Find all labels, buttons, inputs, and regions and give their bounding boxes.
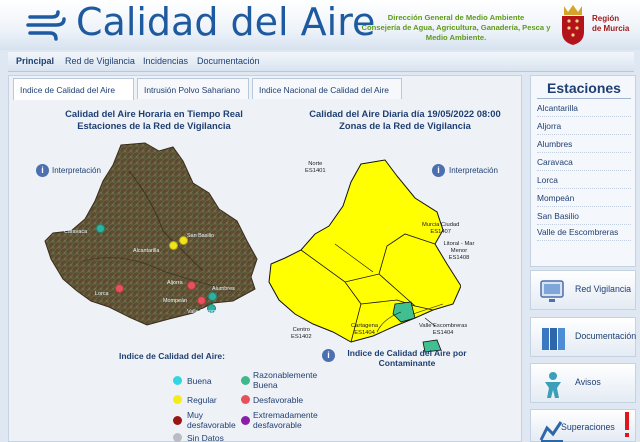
nav-red-vigilancia[interactable]: Red de Vigilancia: [65, 56, 135, 66]
documentacion-button[interactable]: Documentación: [530, 317, 636, 357]
station-dot-aljorra[interactable]: [187, 281, 196, 290]
legend-swatch-regular: [173, 395, 182, 404]
zone-label-murcia-ciudad[interactable]: Murcia Ciudad ES1407: [422, 222, 459, 236]
sidebar-title: Estaciones: [547, 80, 621, 96]
nav-documentacion[interactable]: Documentación: [197, 56, 260, 66]
zone-name: Valle Escombreras: [419, 323, 468, 329]
legend-swatch-desfavorable: [241, 395, 250, 404]
red-vigilancia-label: Red Vigilancia: [575, 284, 632, 294]
legend-label-regular: Regular: [187, 395, 217, 405]
zone-code: ES1404: [354, 330, 375, 336]
zone-label-centro[interactable]: Centro ES1402: [291, 327, 312, 341]
main-content: Indice de Calidad del Aire Intrusión Pol…: [8, 75, 522, 442]
red-vigilancia-button[interactable]: Red Vigilancia: [530, 270, 636, 310]
tab-indice-calidad[interactable]: Indice de Calidad del Aire: [13, 78, 134, 100]
sidebar-item-aljorra[interactable]: Aljorra: [537, 121, 631, 135]
info-icon[interactable]: i: [322, 349, 335, 362]
superaciones-button[interactable]: Superaciones: [530, 409, 636, 442]
station-dot-lorca[interactable]: [115, 284, 124, 293]
avisos-button[interactable]: Avisos: [530, 363, 636, 403]
station-label-alumbres[interactable]: Alumbres: [212, 286, 235, 292]
legend-label-sin-datos: Sin Datos: [187, 433, 224, 442]
sidebar-item-lorca[interactable]: Lorca: [537, 175, 631, 189]
tab-polvo-sahariano[interactable]: Intrusión Polvo Sahariano: [137, 78, 249, 99]
zone-code: ES1401: [305, 168, 326, 174]
station-label-valle-escombreras[interactable]: Valle Escombreras: [187, 309, 232, 315]
station-label-lorca[interactable]: Lorca: [95, 291, 109, 297]
zone-name: Cartagena: [351, 323, 379, 329]
site-title: Calidad del Aire: [76, 0, 376, 44]
sidebar-item-mompean[interactable]: Mompeán: [537, 193, 631, 207]
zone-name: Litoral - Mar Menor: [443, 241, 475, 254]
zone-label-norte[interactable]: Norte ES1401: [305, 161, 326, 175]
legend-label-razonable: Razonablemente Buena: [253, 370, 318, 390]
station-label-san-basilio[interactable]: San Basilio: [187, 233, 214, 239]
legend-swatch-razonable: [241, 376, 250, 385]
station-label-aljorra[interactable]: Aljorra: [167, 280, 183, 286]
zone-name: Murcia Ciudad: [422, 222, 460, 228]
tab-indice-nacional[interactable]: Indice Nacional de Calidad del Aire: [252, 78, 402, 99]
legend-swatch-muy-desfavorable: [173, 416, 182, 425]
main-nav: Principal Red de Vigilancia Incidencias …: [8, 52, 634, 72]
station-dot-alcantarilla[interactable]: [169, 241, 178, 250]
legend-swatch-sin-datos: [173, 433, 182, 442]
binders-icon: [542, 328, 565, 350]
zone-name: Norte: [308, 161, 323, 167]
avisos-label: Avisos: [575, 377, 601, 387]
zone-label-valle-escombreras[interactable]: Valle Escombreras ES1404: [419, 323, 467, 337]
zone-code: ES1407: [430, 229, 451, 235]
person-icon: [545, 372, 561, 398]
zone-name: Centro: [292, 327, 311, 333]
region-crest-icon[interactable]: [558, 2, 588, 46]
legend-label-muy-desfavorable: Muy desfavorable: [187, 410, 236, 430]
station-label-mompean[interactable]: Mompeán: [163, 298, 187, 304]
directorate-text: Dirección General de Medio Ambiente Cons…: [352, 13, 560, 42]
left-title-line2: Estaciones de la Red de Vigilancia: [77, 120, 231, 131]
zone-code: ES1408: [448, 255, 470, 261]
dg-line: Medio Ambiente.: [425, 32, 487, 42]
left-panel-title: Calidad del Aire Horaria en Tiempo Real …: [39, 108, 269, 132]
legend-label-buena: Buena: [187, 376, 212, 386]
nav-principal[interactable]: Principal: [16, 56, 54, 66]
station-dot-mompean[interactable]: [197, 296, 206, 305]
station-label-alcantarilla[interactable]: Alcantarilla: [133, 248, 159, 254]
warning-icon: [625, 412, 629, 437]
right-title-line2: Zonas de la Red de Vigilancia: [339, 120, 471, 131]
legend-label-desfavorable: Desfavorable: [253, 395, 304, 405]
site-header: Calidad del Aire Dirección General de Me…: [0, 0, 640, 50]
dg-line: Dirección General de Medio Ambiente: [387, 13, 525, 22]
sidebar-item-alcantarilla[interactable]: Alcantarilla: [537, 103, 631, 117]
sidebar-item-alumbres[interactable]: Alumbres: [537, 139, 631, 153]
sidebar-item-valle-escombreras[interactable]: Valle de Escombreras: [537, 227, 631, 241]
dg-line: Consejería de Agua, Agricultura, Ganader…: [361, 22, 551, 32]
region-line: de Murcia: [592, 24, 630, 33]
legend-swatch-extremadamente: [241, 416, 250, 425]
right-title-line1: Calidad del Aire Diaria día 19/05/2022 0…: [309, 108, 501, 119]
zone-code: ES1404: [432, 330, 454, 336]
zone-code: ES1402: [291, 334, 312, 340]
legend-swatch-buena: [173, 376, 182, 385]
wind-icon: [26, 10, 66, 41]
region-name[interactable]: Región de Murcia: [592, 14, 629, 34]
legend-label-extremadamente: Extremadamente desfavorable: [253, 410, 318, 430]
documentacion-label: Documentación: [575, 331, 637, 341]
left-title-line1: Calidad del Aire Horaria en Tiempo Real: [65, 108, 243, 119]
station-dot-caravaca[interactable]: [96, 224, 105, 233]
right-panel-title: Calidad del Aire Diaria día 19/05/2022 0…: [285, 108, 525, 132]
station-dot-alumbres[interactable]: [208, 292, 217, 301]
zone-label-cartagena[interactable]: Cartagena ES1404: [351, 323, 378, 337]
contaminant-link[interactable]: Indice de Calidad del Aire por Contamina…: [337, 348, 477, 368]
superaciones-label: Superaciones: [561, 422, 615, 432]
zone-label-litoral[interactable]: Litoral - Mar Menor ES1408: [439, 241, 479, 262]
divider: [537, 98, 631, 99]
sidebar-item-caravaca[interactable]: Caravaca: [537, 157, 631, 171]
region-line: Región: [592, 14, 620, 23]
stations-sidebar: Estaciones Alcantarilla Aljorra Alumbres…: [530, 75, 636, 267]
nav-incidencias[interactable]: Incidencias: [143, 56, 188, 66]
sidebar-item-san-basilio[interactable]: San Basilio: [537, 211, 631, 225]
legend-title: Indice de Calidad del Aire:: [119, 351, 225, 361]
station-label-caravaca[interactable]: Caravaca: [64, 229, 87, 235]
monitor-icon: [540, 280, 564, 302]
